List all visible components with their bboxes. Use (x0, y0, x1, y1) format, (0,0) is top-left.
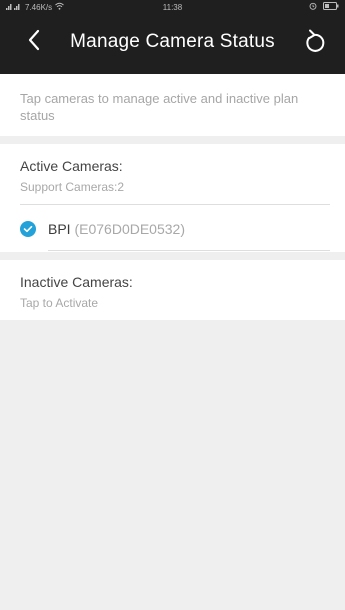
active-cameras-section: Active Cameras: Support Cameras:2 BPI (E… (0, 144, 345, 252)
active-cameras-title: Active Cameras: (20, 158, 123, 174)
instruction-text: Tap cameras to manage active and inactiv… (20, 91, 299, 123)
divider (48, 250, 330, 251)
chevron-left-icon (27, 29, 41, 56)
check-icon (20, 221, 36, 237)
section-gap (0, 136, 345, 144)
status-bar: 7.46K/s 11:38 (0, 0, 345, 14)
page-title: Manage Camera Status (70, 31, 275, 52)
camera-name: BPI (48, 221, 71, 237)
refresh-icon (303, 29, 325, 58)
status-time: 11:38 (162, 2, 183, 12)
inactive-cameras-subtitle: Tap to Activate (20, 296, 99, 310)
camera-row-bpi[interactable]: BPI (E076D0DE0532) (0, 206, 345, 252)
back-button[interactable] (22, 29, 46, 56)
divider (20, 204, 330, 205)
camera-label: BPI (E076D0DE0532) (48, 221, 185, 237)
header-bar: Manage Camera Status (0, 14, 345, 74)
refresh-button[interactable] (301, 29, 327, 58)
section-gap (0, 252, 345, 260)
inactive-cameras-title: Inactive Cameras: (20, 274, 133, 290)
camera-id: (E076D0DE0532) (74, 221, 185, 237)
empty-area (0, 320, 345, 610)
inactive-cameras-section[interactable]: Inactive Cameras: Tap to Activate (0, 260, 345, 320)
instruction-panel: Tap cameras to manage active and inactiv… (0, 74, 345, 136)
active-cameras-subtitle: Support Cameras:2 (20, 180, 125, 194)
